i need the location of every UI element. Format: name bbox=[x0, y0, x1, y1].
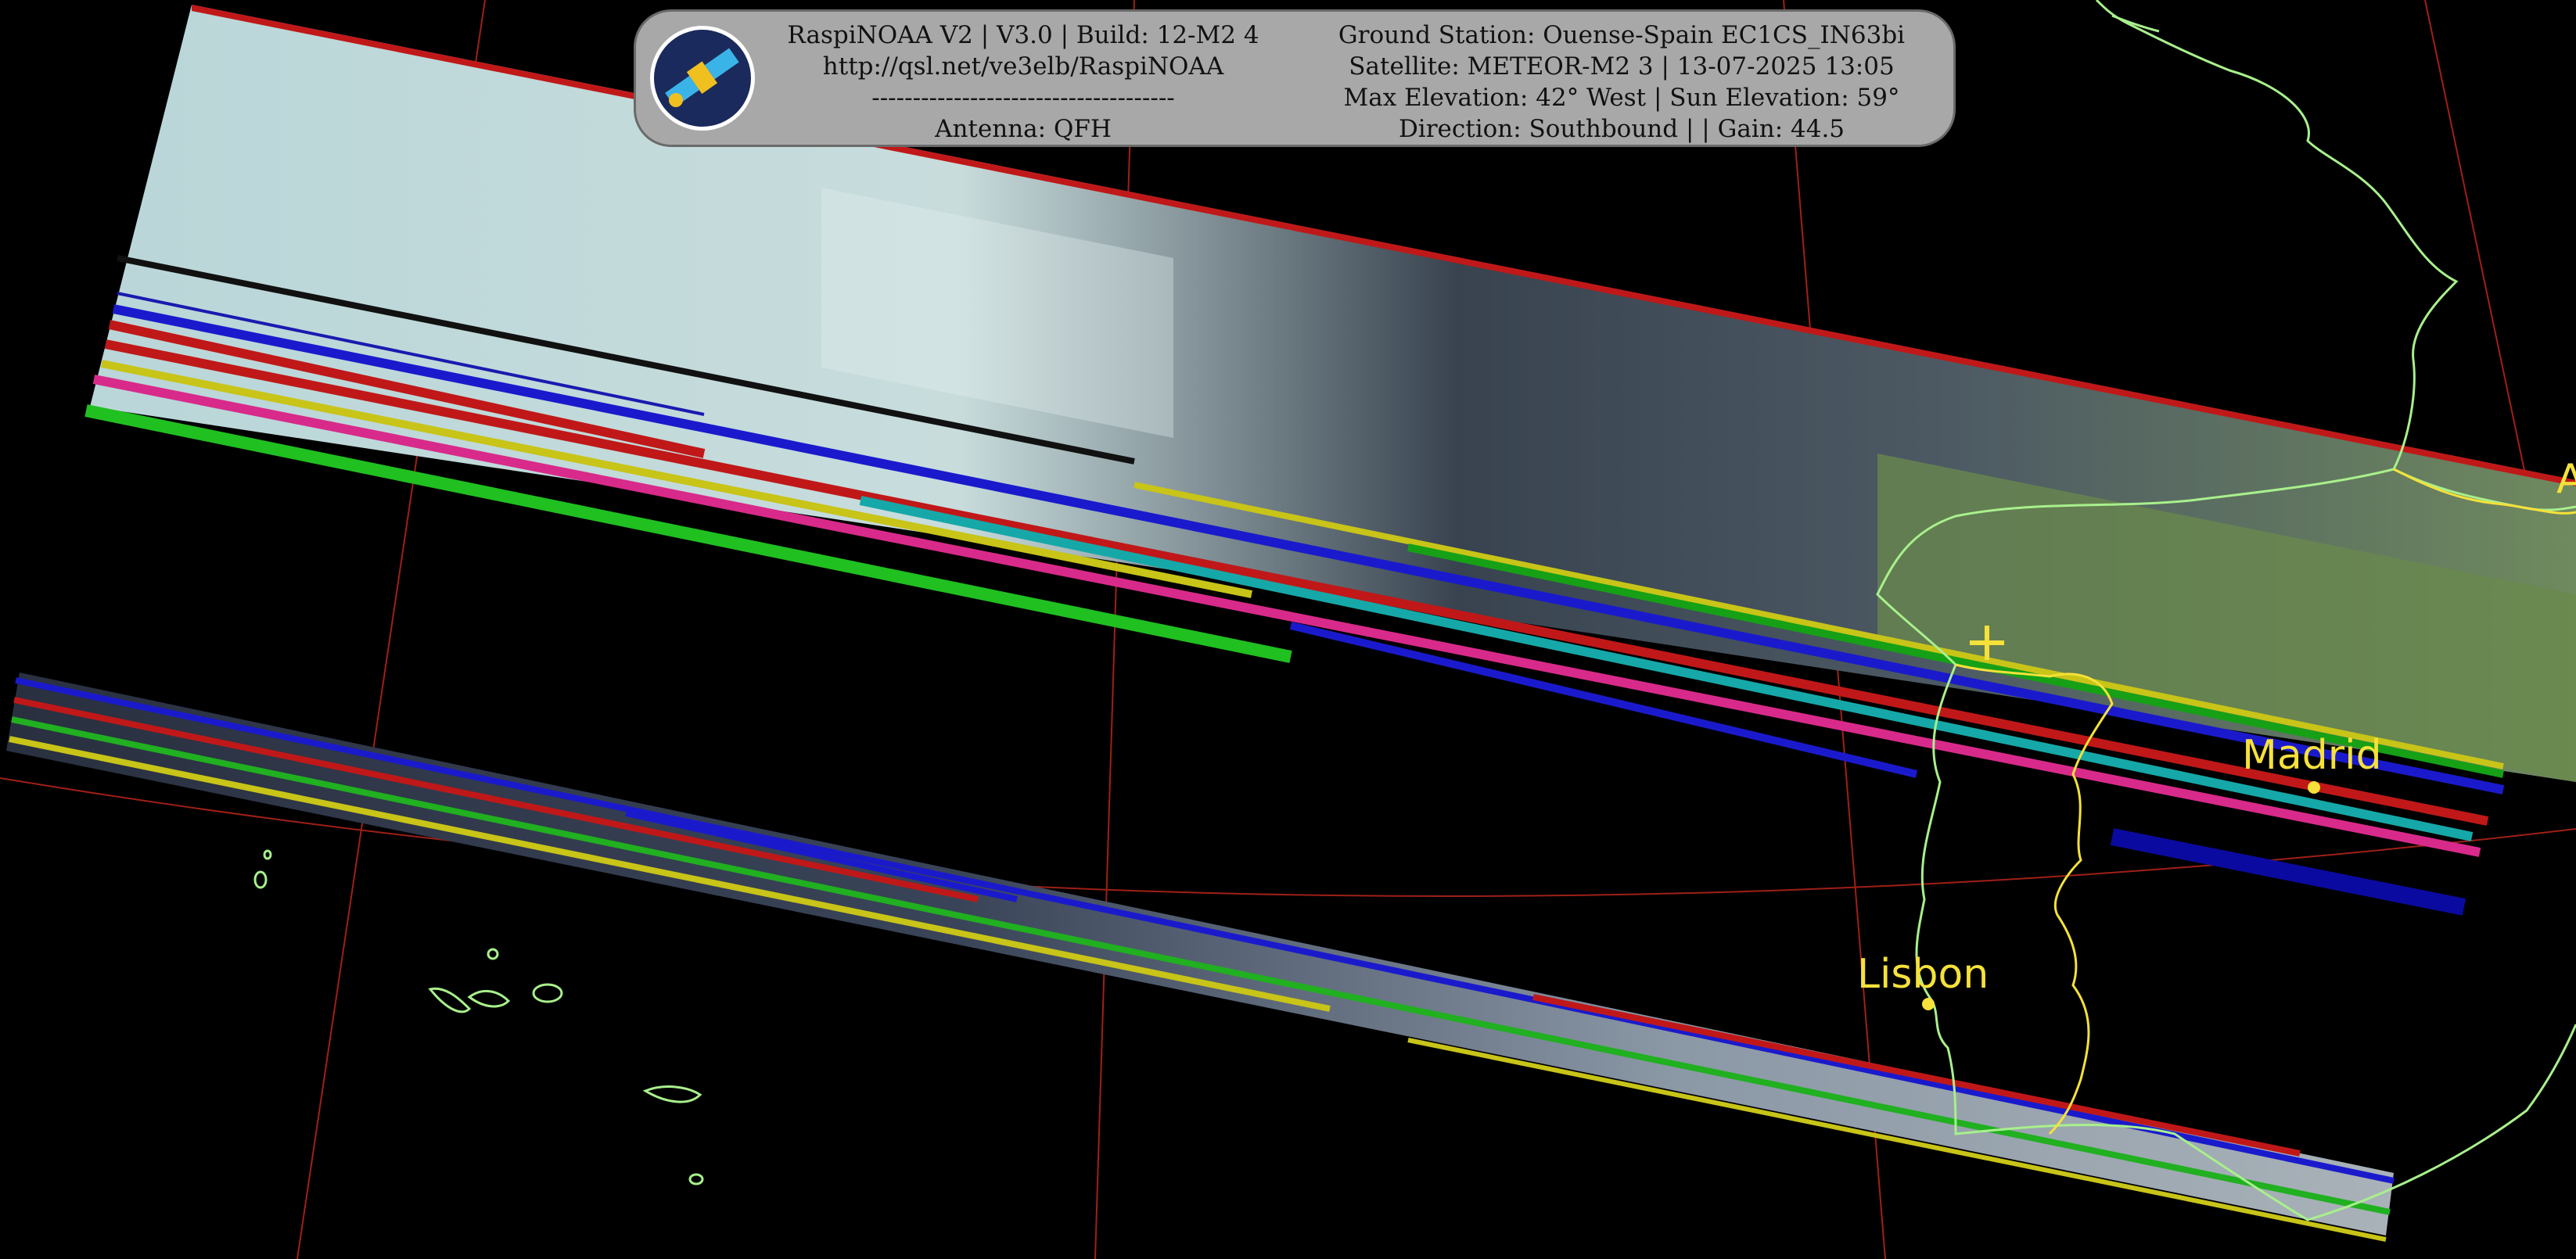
lisbon-label: Lisbon bbox=[1857, 951, 1989, 998]
lower-swath bbox=[6, 673, 2395, 1242]
satellite-map bbox=[0, 0, 2576, 1259]
separator-line: ------------------------------------- bbox=[871, 84, 1175, 112]
antenna-info: Antenna: QFH bbox=[935, 115, 1112, 143]
lisbon-dot bbox=[1922, 998, 1935, 1010]
madrid-label: Madrid bbox=[2242, 732, 2382, 779]
pass-info-panel: RaspiNOAA V2 | V3.0 | Build: 12-M2 4 htt… bbox=[634, 9, 1956, 147]
software-version: RaspiNOAA V2 | V3.0 | Build: 12-M2 4 bbox=[787, 21, 1259, 49]
ground-station-cross-icon bbox=[1970, 626, 2004, 660]
elevation-info: Max Elevation: 42° West | Sun Elevation:… bbox=[1343, 84, 1900, 112]
project-url: http://qsl.net/ve3elb/RaspiNOAA bbox=[822, 52, 1224, 81]
ground-station-info: Ground Station: Ouense-Spain EC1CS_IN63b… bbox=[1338, 21, 1906, 49]
satellite-info: Satellite: METEOR-M2 3 | 13-07-2025 13:0… bbox=[1349, 52, 1895, 81]
direction-gain-info: Direction: Southbound | | Gain: 44.5 bbox=[1398, 115, 1845, 143]
satellite-icon bbox=[650, 26, 755, 131]
info-right-column: Ground Station: Ouense-Spain EC1CS_IN63b… bbox=[1301, 20, 1942, 145]
edge-label-fragment: A bbox=[2556, 456, 2576, 503]
info-left-column: RaspiNOAA V2 | V3.0 | Build: 12-M2 4 htt… bbox=[761, 20, 1285, 145]
madrid-dot bbox=[2308, 781, 2320, 794]
